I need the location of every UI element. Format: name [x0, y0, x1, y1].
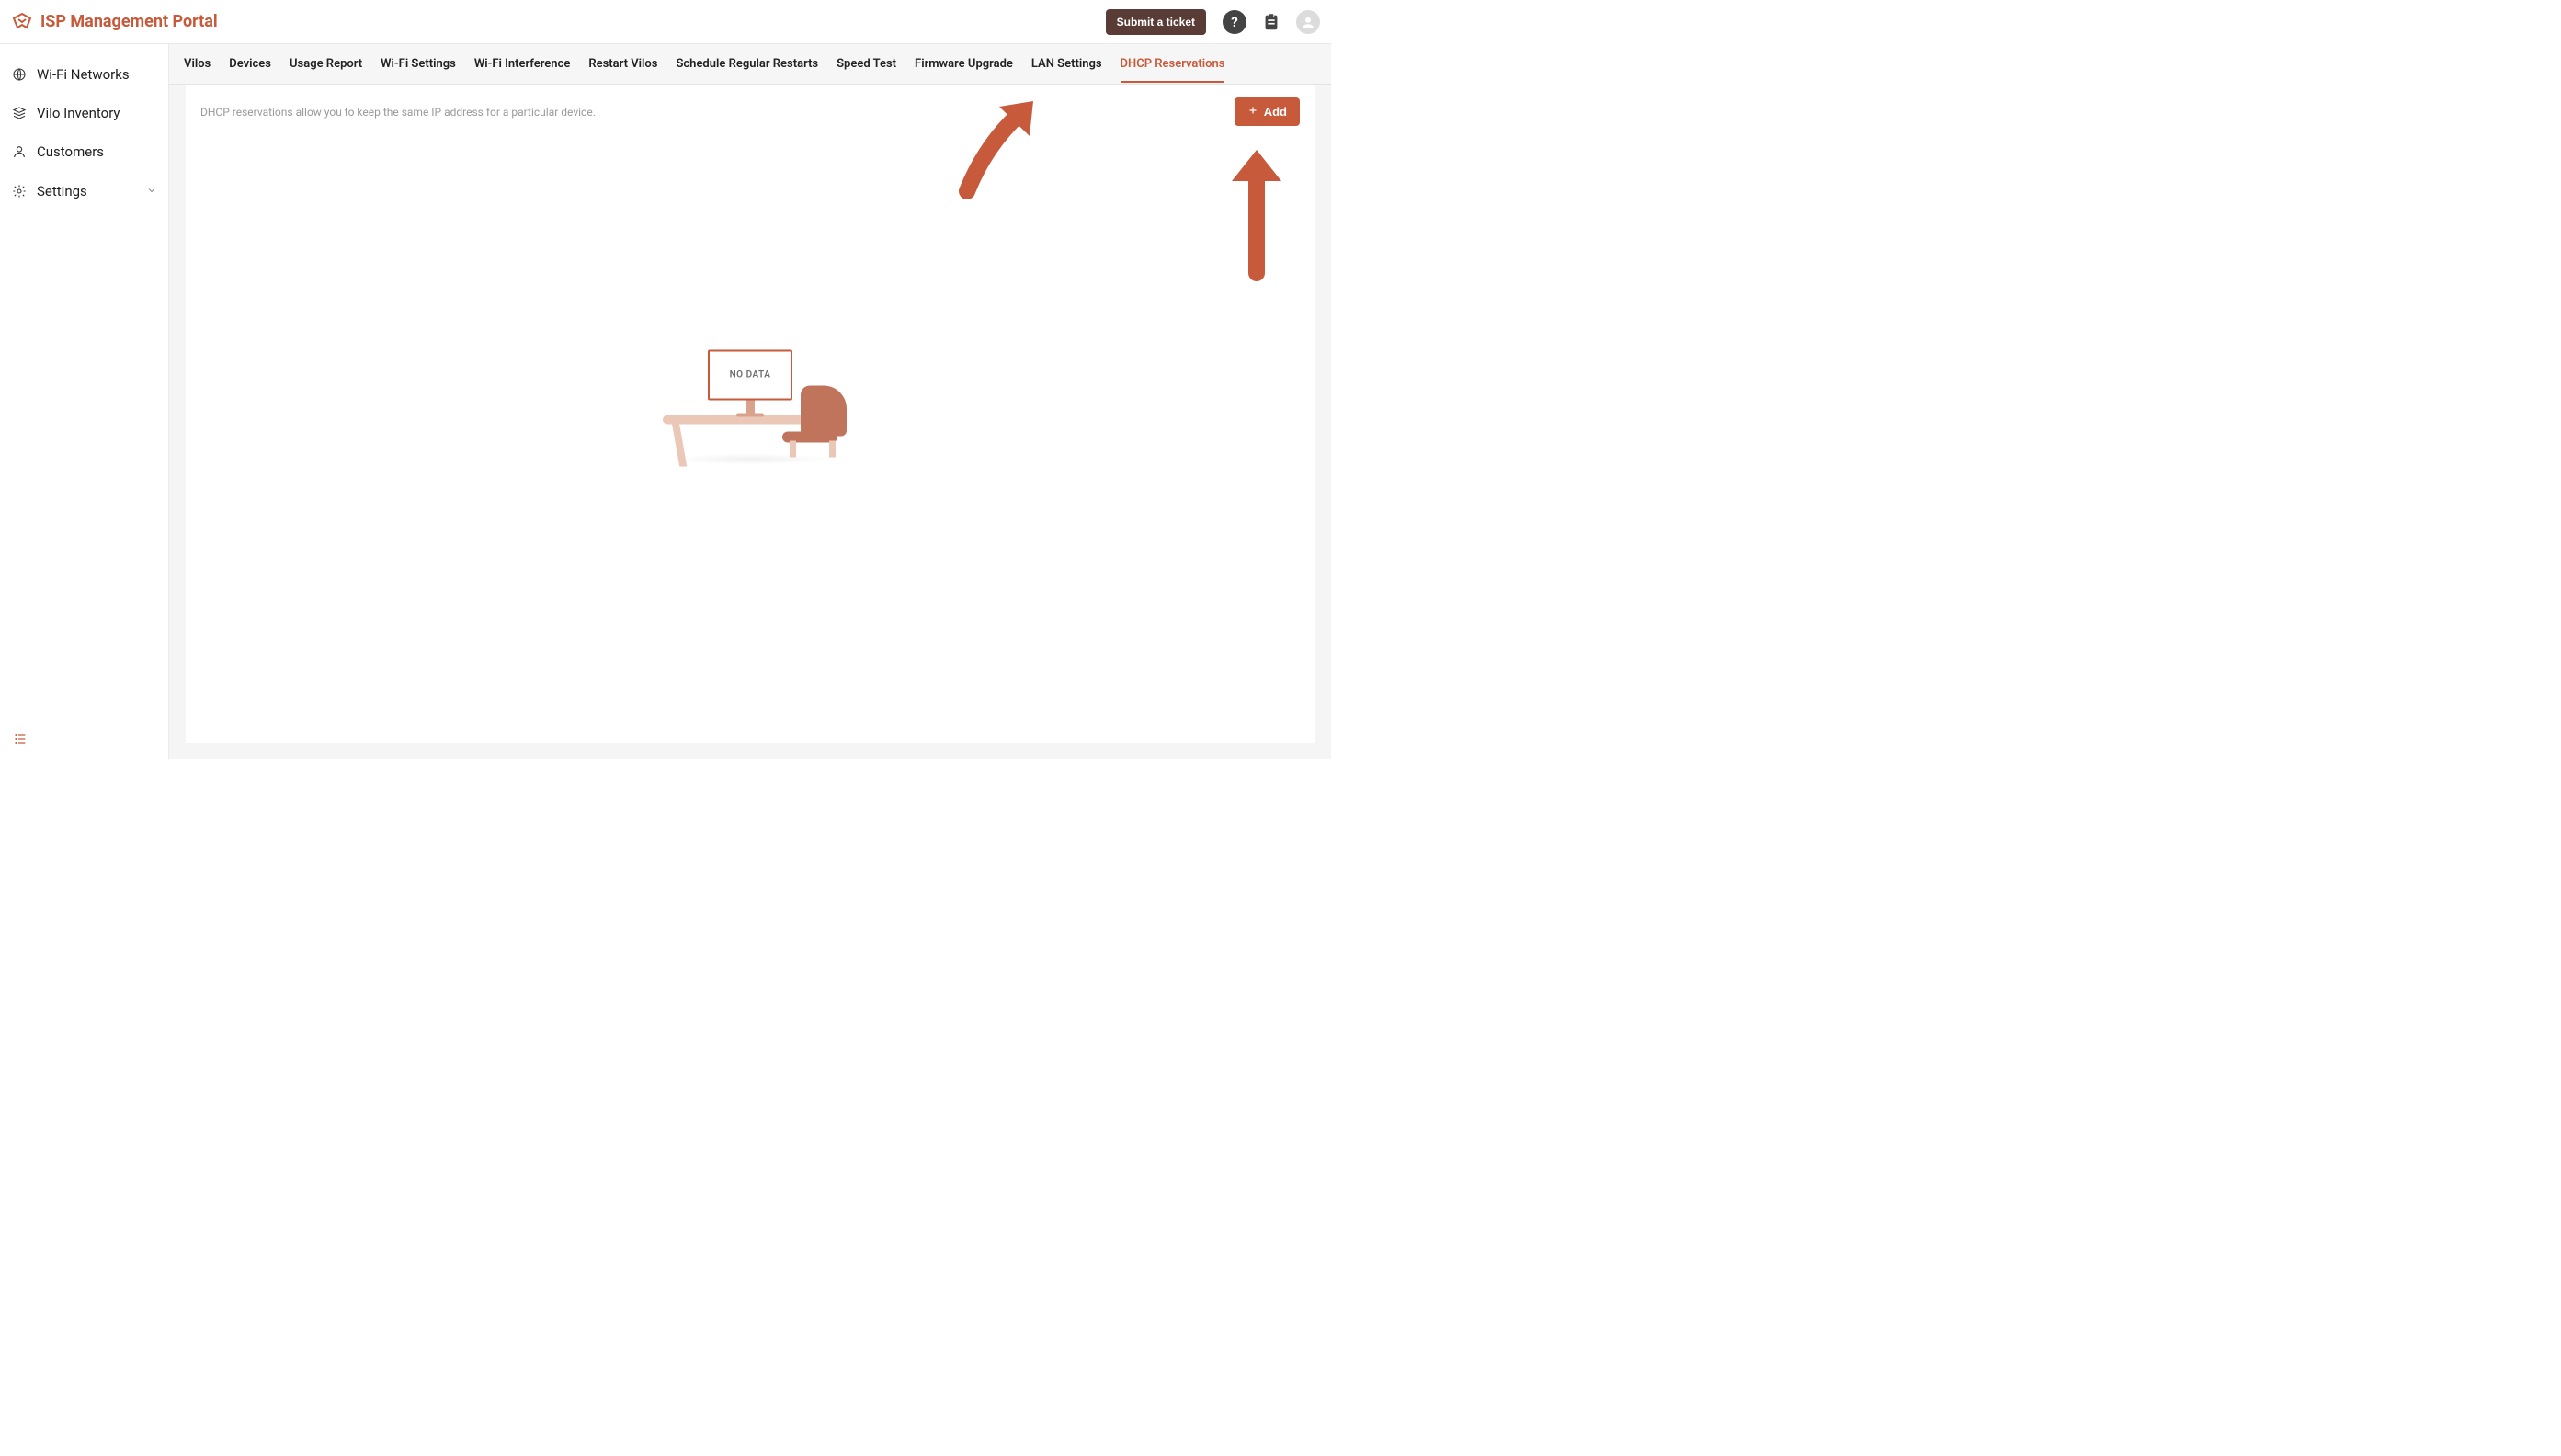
tab-vilos[interactable]: Vilos [184, 45, 211, 83]
chevron-down-icon [146, 182, 157, 199]
tab-lan-settings[interactable]: LAN Settings [1031, 45, 1102, 83]
sidebar-item-vilo-inventory[interactable]: Vilo Inventory [0, 94, 168, 132]
tab-dhcp-reservations[interactable]: DHCP Reservations [1121, 45, 1225, 83]
sidebar-item-label: Vilo Inventory [37, 105, 157, 121]
sidebar-item-label: Settings [37, 183, 137, 199]
tab-wifi-interference[interactable]: Wi-Fi Interference [474, 45, 571, 83]
plus-icon [1247, 105, 1258, 119]
collapse-sidebar-button[interactable] [13, 732, 28, 750]
tab-schedule-restarts[interactable]: Schedule Regular Restarts [676, 45, 818, 83]
gear-icon [11, 183, 28, 199]
tab-firmware-upgrade[interactable]: Firmware Upgrade [915, 45, 1013, 83]
sidebar-item-settings[interactable]: Settings [0, 171, 168, 210]
add-button[interactable]: Add [1235, 97, 1300, 126]
tab-usage-report[interactable]: Usage Report [290, 45, 362, 83]
sidebar-item-wifi-networks[interactable]: Wi-Fi Networks [0, 55, 168, 94]
logo[interactable]: ISP Management Portal [11, 11, 218, 33]
monitor-illustration: NO DATA [708, 349, 792, 400]
app-header: ISP Management Portal Submit a ticket ? [0, 0, 1331, 44]
chair-illustration [782, 385, 847, 457]
avatar-icon[interactable] [1296, 10, 1320, 34]
sidebar-item-label: Wi-Fi Networks [37, 66, 157, 83]
add-button-label: Add [1264, 105, 1287, 119]
sidebar-item-label: Customers [37, 143, 157, 160]
empty-state: NO DATA [649, 349, 851, 451]
annotation-arrow-icon [1206, 144, 1307, 282]
logo-icon [11, 11, 33, 33]
layers-icon [11, 105, 28, 121]
user-icon [11, 143, 28, 160]
tab-devices[interactable]: Devices [229, 45, 271, 83]
content-panel: DHCP reservations allow you to keep the … [186, 85, 1315, 743]
tab-speed-test[interactable]: Speed Test [837, 45, 896, 83]
tab-wifi-settings[interactable]: Wi-Fi Settings [381, 45, 456, 83]
help-icon[interactable]: ? [1223, 10, 1246, 34]
submit-ticket-button[interactable]: Submit a ticket [1106, 9, 1206, 35]
tab-restart-vilos[interactable]: Restart Vilos [588, 45, 657, 83]
description-text: DHCP reservations allow you to keep the … [200, 106, 1235, 119]
sidebar: Wi-Fi Networks Vilo Inventory Customers [0, 44, 169, 759]
sidebar-item-customers[interactable]: Customers [0, 132, 168, 171]
main-area: Vilos Devices Usage Report Wi-Fi Setting… [169, 44, 1331, 759]
clipboard-icon[interactable] [1259, 10, 1283, 34]
globe-icon [11, 66, 28, 83]
app-title: ISP Management Portal [40, 12, 218, 31]
empty-state-text: NO DATA [730, 370, 771, 380]
tabs-bar: Vilos Devices Usage Report Wi-Fi Setting… [169, 44, 1331, 85]
